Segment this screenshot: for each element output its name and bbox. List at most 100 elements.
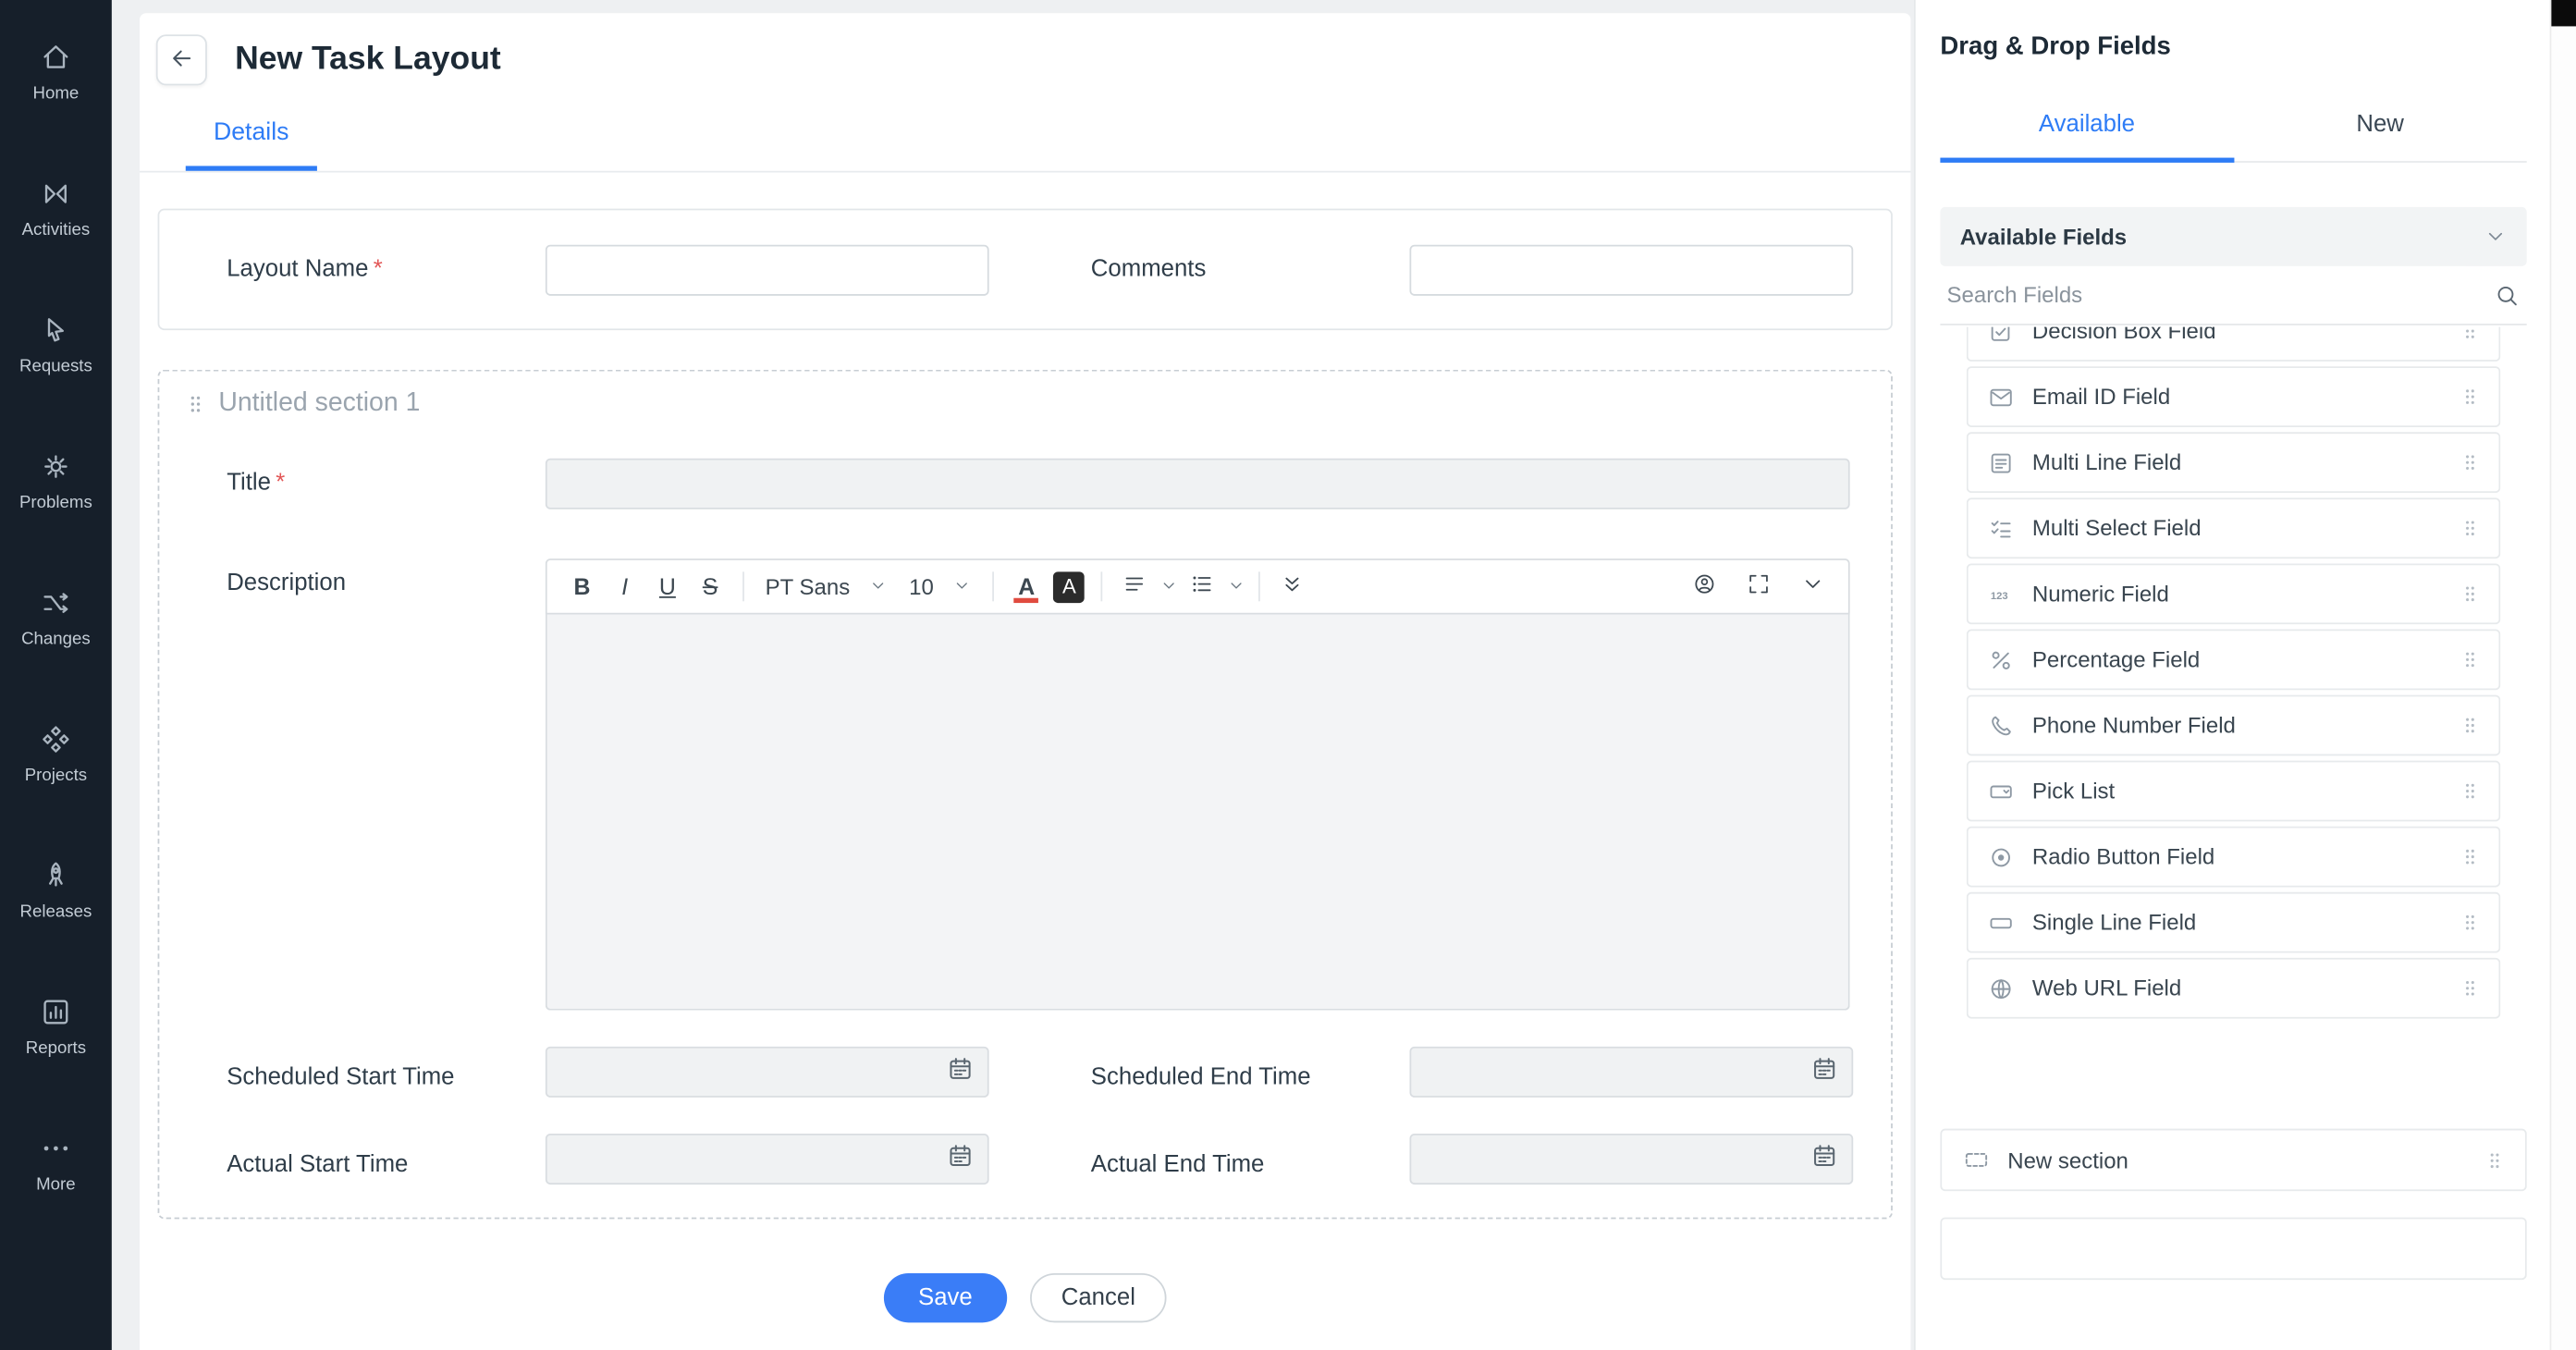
fullscreen-button[interactable] bbox=[1738, 566, 1779, 607]
tab-bar: Details bbox=[140, 100, 1910, 172]
tab-new[interactable]: New bbox=[2234, 97, 2527, 161]
search-input[interactable] bbox=[1947, 283, 2495, 308]
scheduled-start-input[interactable] bbox=[546, 1047, 989, 1098]
drag-handle-icon[interactable] bbox=[2459, 518, 2481, 539]
chevron-down-icon bbox=[2484, 225, 2508, 248]
actual-start-label: Actual Start Time bbox=[227, 1140, 546, 1178]
strikethrough-button[interactable]: S bbox=[690, 566, 730, 607]
available-fields-group-header[interactable]: Available Fields bbox=[1940, 207, 2526, 266]
back-button[interactable] bbox=[156, 34, 207, 85]
underline-button[interactable]: U bbox=[647, 566, 688, 607]
drag-handle-icon[interactable] bbox=[2459, 715, 2481, 736]
field-item-single-line[interactable]: Single Line Field bbox=[1967, 892, 2500, 953]
sidebar-nav: Home Activities RequestsProblemsChangesPro… bbox=[0, 0, 112, 1350]
sidebar-item-more[interactable]: More bbox=[0, 1094, 112, 1230]
title-input[interactable] bbox=[546, 459, 1850, 509]
field-item-multi-select[interactable]: Multi Select Field bbox=[1967, 497, 2500, 558]
chevron-down-icon bbox=[1159, 573, 1178, 599]
sidebar-item-problems[interactable]: Problems bbox=[0, 412, 112, 548]
align-left-icon bbox=[1122, 571, 1147, 601]
align-dropdown-button[interactable] bbox=[1158, 566, 1181, 607]
rich-text-editor: B I U S PT Sans 10 bbox=[546, 558, 1850, 1011]
sidebar-item-activities[interactable]: Activities bbox=[0, 140, 112, 276]
actual-time-row: Actual Start Time Actual End Time bbox=[227, 1134, 1849, 1184]
cancel-button[interactable]: Cancel bbox=[1030, 1273, 1167, 1322]
section-header[interactable]: Untitled section 1 bbox=[184, 389, 1850, 419]
field-item-email[interactable]: Email ID Field bbox=[1967, 366, 2500, 427]
drag-handle-icon[interactable] bbox=[2459, 387, 2481, 408]
vertical-scrollbar[interactable] bbox=[2550, 0, 2576, 1350]
font-size-select[interactable]: 10 bbox=[899, 566, 981, 607]
field-item-decision-box[interactable]: Decision Box Field bbox=[1967, 327, 2500, 362]
sidebar-item-label: Activities bbox=[22, 219, 91, 239]
bold-button[interactable]: B bbox=[561, 566, 602, 607]
field-item-label: Single Line Field bbox=[2032, 910, 2196, 935]
layout-editor-content: Layout Name* Comments Untitled section 1… bbox=[140, 173, 1910, 1350]
description-field-row: Description B I U S PT Sans bbox=[227, 558, 1849, 1011]
drag-handle-icon[interactable] bbox=[2459, 327, 2481, 342]
scrollbar-thumb[interactable] bbox=[2551, 0, 2576, 26]
comments-input[interactable] bbox=[1409, 244, 1853, 295]
italic-button[interactable]: I bbox=[605, 566, 645, 607]
field-item-label: Radio Button Field bbox=[2032, 844, 2214, 869]
partial-field-card[interactable] bbox=[1940, 1218, 2526, 1281]
drag-handle-icon[interactable] bbox=[2459, 977, 2481, 999]
field-item-multi-line[interactable]: Multi Line Field bbox=[1967, 432, 2500, 493]
scheduled-end-input[interactable] bbox=[1409, 1047, 1853, 1098]
drag-handle-icon[interactable] bbox=[2459, 583, 2481, 605]
drag-handle-icon[interactable] bbox=[2459, 649, 2481, 670]
list-button[interactable] bbox=[1182, 566, 1222, 607]
field-item-percentage[interactable]: Percentage Field bbox=[1967, 630, 2500, 691]
sidebar-item-label: More bbox=[36, 1174, 76, 1194]
changes-icon bbox=[40, 585, 73, 619]
sidebar-item-changes[interactable]: Changes bbox=[0, 548, 112, 684]
svg-text:123: 123 bbox=[1990, 590, 2007, 601]
sidebar-item-projects[interactable]: Projects bbox=[0, 685, 112, 821]
field-item-numeric[interactable]: 123Numeric Field bbox=[1967, 563, 2500, 624]
search-icon[interactable] bbox=[2494, 282, 2520, 308]
layout-name-input[interactable] bbox=[546, 244, 989, 295]
align-button[interactable] bbox=[1114, 566, 1155, 607]
releases-icon bbox=[40, 858, 73, 891]
text-color-button[interactable]: A bbox=[1006, 566, 1047, 607]
font-family-select[interactable]: PT Sans bbox=[755, 566, 898, 607]
drag-handle-icon[interactable] bbox=[2459, 846, 2481, 867]
field-item-label: Phone Number Field bbox=[2032, 713, 2236, 738]
description-editor-body[interactable] bbox=[546, 615, 1850, 1011]
field-item-pick-list[interactable]: Pick List bbox=[1967, 761, 2500, 822]
chevron-down-icon bbox=[1800, 571, 1825, 601]
section-title: Untitled section 1 bbox=[218, 389, 420, 419]
field-item-label: Web URL Field bbox=[2032, 976, 2181, 1000]
actual-end-input[interactable] bbox=[1409, 1134, 1853, 1184]
list-dropdown-button[interactable] bbox=[1224, 566, 1247, 607]
tab-available[interactable]: Available bbox=[1940, 97, 2233, 163]
sidebar-item-requests[interactable]: Requests bbox=[0, 276, 112, 412]
field-item-web-url[interactable]: Web URL Field bbox=[1967, 958, 2500, 1019]
activities-icon bbox=[40, 177, 73, 210]
sidebar-item-reports[interactable]: Reports bbox=[0, 958, 112, 1094]
mention-button[interactable] bbox=[1684, 566, 1724, 607]
field-item-label: Email ID Field bbox=[2032, 385, 2170, 410]
tab-details[interactable]: Details bbox=[186, 118, 317, 171]
save-button[interactable]: Save bbox=[884, 1273, 1007, 1322]
field-item-phone[interactable]: Phone Number Field bbox=[1967, 695, 2500, 756]
drag-handle-icon[interactable] bbox=[2484, 1149, 2506, 1171]
editor-options-button[interactable] bbox=[1792, 566, 1833, 607]
bullet-list-icon bbox=[1190, 571, 1215, 601]
section-drag-handle-icon[interactable] bbox=[184, 393, 207, 416]
sidebar-item-label: Home bbox=[33, 83, 80, 103]
background-color-button[interactable]: A bbox=[1049, 566, 1089, 607]
app-window: Home Activities RequestsProblemsChangesPro… bbox=[0, 0, 2576, 1350]
scheduled-start-label: Scheduled Start Time bbox=[227, 1053, 546, 1091]
sidebar-item-releases[interactable]: Releases bbox=[0, 821, 112, 957]
drag-handle-icon[interactable] bbox=[2459, 452, 2481, 473]
more-formats-button[interactable] bbox=[1272, 566, 1313, 607]
field-item-radio[interactable]: Radio Button Field bbox=[1967, 827, 2500, 888]
chevron-down-icon bbox=[1227, 573, 1245, 599]
drag-handle-icon[interactable] bbox=[2459, 912, 2481, 933]
new-section-item[interactable]: New section bbox=[1940, 1129, 2526, 1192]
drag-handle-icon[interactable] bbox=[2459, 780, 2481, 802]
actual-start-input[interactable] bbox=[546, 1134, 989, 1184]
field-item-label: Multi Line Field bbox=[2032, 450, 2181, 475]
sidebar-item-home[interactable]: Home bbox=[0, 4, 112, 140]
